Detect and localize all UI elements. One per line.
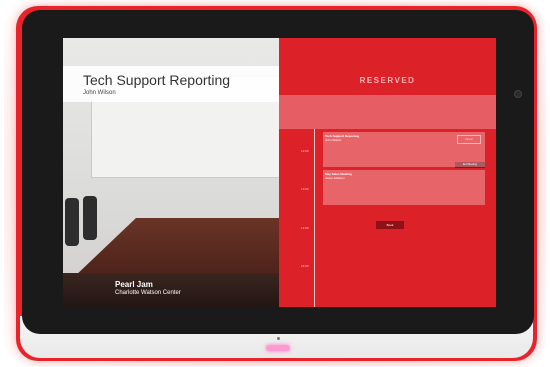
status-band: End Meeting — [279, 95, 496, 168]
time-label: 15:00 — [301, 264, 309, 268]
chair-image — [65, 198, 79, 246]
status-panel: RESERVED End Meeting 12:00 13:00 14:00 1… — [279, 38, 496, 307]
sensor-dot-icon — [277, 337, 280, 340]
time-label: 12:00 — [301, 149, 309, 153]
event-card[interactable]: May Sales Meeting Jason Addison — [323, 170, 485, 205]
book-button[interactable]: Book — [376, 221, 404, 229]
camera-icon — [514, 90, 522, 98]
time-label: 14:00 — [301, 226, 309, 230]
time-label: 13:00 — [301, 187, 309, 191]
event-card[interactable]: Tech Support Reporting John Wilson Cance… — [323, 132, 485, 167]
event-host: John Wilson — [325, 138, 342, 142]
led-indicator — [266, 345, 290, 351]
status-label: RESERVED — [359, 76, 416, 85]
event-host: Jason Addison — [325, 176, 345, 180]
room-location: Charlotte Watson Center — [115, 290, 181, 296]
screen: Tech Support Reporting John Wilson Pearl… — [63, 38, 496, 307]
meeting-host: John Wilson — [83, 90, 116, 96]
timeline-line — [314, 129, 315, 307]
meeting-title: Tech Support Reporting — [83, 72, 231, 88]
table-image — [73, 218, 283, 278]
room-photo: Tech Support Reporting John Wilson Pearl… — [63, 38, 283, 307]
room-name: Pearl Jam — [115, 280, 153, 289]
chair-image — [83, 196, 97, 240]
cancel-button[interactable]: Cancel — [457, 135, 481, 144]
